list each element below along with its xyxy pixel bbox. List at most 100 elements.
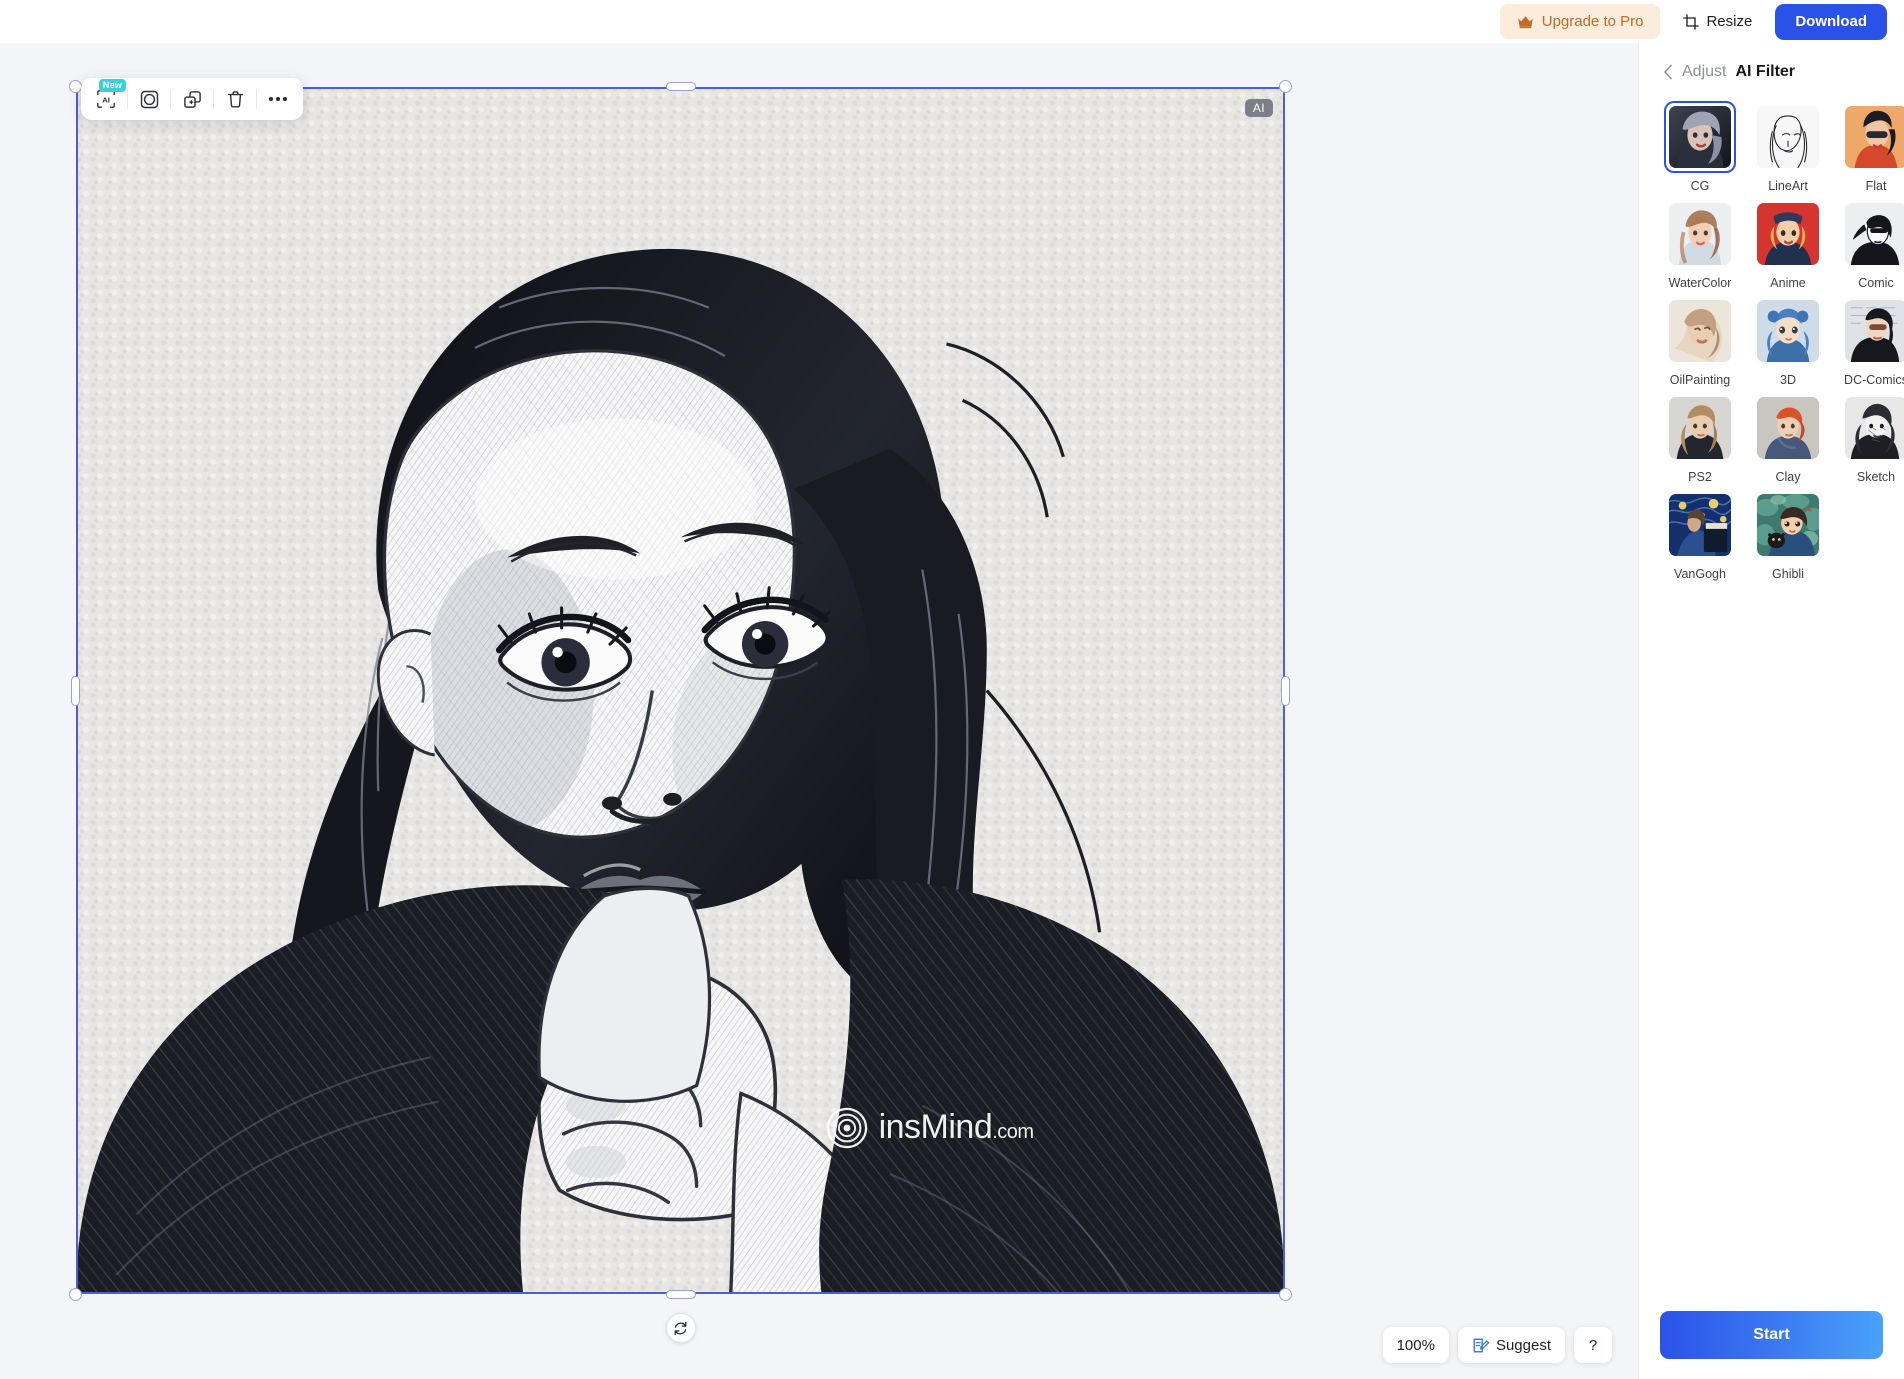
filter-label-dc-comics: DC-Comics [1844, 373, 1904, 387]
filter-item-3d[interactable]: 3D [1748, 295, 1828, 388]
filter-item-ghibli[interactable]: Ghibli [1748, 489, 1828, 582]
resize-handle-bottom-left[interactable] [69, 1288, 82, 1301]
insmind-editor-app: Upgrade to Pro Resize Download insMind.c… [0, 0, 1904, 1379]
suggest-label: Suggest [1495, 1336, 1551, 1354]
delete-icon [227, 90, 243, 108]
panel-spacer [1639, 582, 1904, 1311]
chevron-left-icon[interactable] [1663, 64, 1673, 80]
filter-item-ps2[interactable]: PS2 [1660, 392, 1740, 485]
filter-thumbnail-sketch [1845, 397, 1904, 459]
filter-thumb-wrap [1664, 295, 1736, 367]
duplicate-button[interactable] [171, 78, 213, 120]
filter-thumbnail-anime [1757, 203, 1819, 265]
filter-item-clay[interactable]: Clay [1748, 392, 1828, 485]
filter-label-clay: Clay [1775, 470, 1801, 484]
selected-image-object[interactable]: insMind.com AI [69, 80, 1292, 1343]
breadcrumb-parent-adjust[interactable]: Adjust [1682, 63, 1726, 81]
crop-resize-icon [1683, 13, 1700, 30]
filter-thumbnail-ghibli [1757, 494, 1819, 556]
resize-handle-top-right[interactable] [1279, 80, 1292, 93]
panel-title-ai-filter: AI Filter [1735, 63, 1796, 80]
resize-handle-right[interactable] [1281, 675, 1290, 706]
filter-thumb-wrap [1664, 392, 1736, 464]
filter-label-oilpainting: OilPainting [1669, 373, 1731, 387]
resize-button[interactable]: Resize [1677, 4, 1758, 39]
rotate-icon [674, 1321, 687, 1335]
resize-handle-top[interactable] [665, 82, 696, 91]
filter-thumb-wrap [1664, 489, 1736, 561]
resize-handle-bottom-right[interactable] [1279, 1288, 1292, 1301]
filter-label-flat: Flat [1865, 179, 1887, 193]
filter-item-dc-comics[interactable]: DC-Comics [1836, 295, 1904, 388]
resize-handle-bottom[interactable] [665, 1290, 696, 1299]
filter-thumbnail-comic [1845, 203, 1904, 265]
filter-thumbnail-cg [1669, 106, 1731, 168]
delete-button[interactable] [214, 78, 256, 120]
download-label: Download [1795, 13, 1867, 30]
edit-document-icon [1473, 1338, 1489, 1352]
suggest-button[interactable]: Suggest [1457, 1327, 1565, 1363]
filter-thumb-wrap [1752, 392, 1824, 464]
filter-label-comic: Comic [1858, 276, 1894, 290]
filter-label-cg: CG [1690, 179, 1710, 193]
filter-item-lineart[interactable]: LineArt [1748, 101, 1828, 194]
filter-thumbnail-flat [1845, 106, 1904, 168]
portrait-sketch-illustration [76, 87, 1285, 1294]
top-toolbar: Upgrade to Pro Resize Download [0, 0, 1904, 43]
filter-thumb-wrap [1840, 101, 1904, 173]
filter-label-ghibli: Ghibli [1772, 567, 1804, 581]
filter-label-vangogh: VanGogh [1674, 567, 1726, 581]
filter-label-lineart: LineArt [1768, 179, 1808, 193]
filter-thumb-wrap [1752, 101, 1824, 173]
start-label: Start [1753, 1326, 1790, 1343]
filter-thumb-wrap [1840, 198, 1904, 270]
filter-thumb-wrap [1840, 392, 1904, 464]
filter-thumbnail-clay [1757, 397, 1819, 459]
canvas-status-bar: 100% Suggest ? [1382, 1327, 1612, 1363]
filter-thumb-wrap [1752, 295, 1824, 367]
right-panel: Adjust AI Filter CG LineArt Flat WaterCo… [1638, 43, 1904, 1379]
svg-text:AI: AI [102, 95, 110, 104]
ai-filter-grid: CG LineArt Flat WaterColor Anime Comic O… [1639, 89, 1904, 582]
ai-enhance-icon: AI [97, 90, 115, 108]
filter-item-oilpainting[interactable]: OilPainting [1660, 295, 1740, 388]
filter-item-flat[interactable]: Flat [1836, 101, 1904, 194]
filter-item-anime[interactable]: Anime [1748, 198, 1828, 291]
filter-thumb-wrap [1752, 198, 1824, 270]
filter-item-cg[interactable]: CG [1660, 101, 1740, 194]
filter-label-anime: Anime [1770, 276, 1806, 290]
download-button[interactable]: Download [1775, 3, 1887, 40]
ai-enhance-button[interactable]: AI New [85, 78, 127, 120]
upgrade-to-pro-button[interactable]: Upgrade to Pro [1499, 4, 1661, 39]
duplicate-icon [183, 90, 201, 108]
filter-thumb-wrap [1664, 198, 1736, 270]
mask-button[interactable] [128, 78, 170, 120]
filter-label-3d: 3D [1780, 373, 1796, 387]
start-button[interactable]: Start [1660, 1311, 1883, 1359]
filter-thumbnail-3d [1757, 300, 1819, 362]
more-options-button[interactable] [257, 78, 299, 120]
filter-thumbnail-ps2 [1669, 397, 1731, 459]
filter-label-watercolor: WaterColor [1668, 276, 1732, 290]
filter-thumbnail-dc-comics [1845, 300, 1904, 362]
help-label: ? [1588, 1336, 1598, 1354]
new-badge: New [98, 79, 126, 92]
zoom-level-button[interactable]: 100% [1382, 1327, 1449, 1363]
filter-item-vangogh[interactable]: VanGogh [1660, 489, 1740, 582]
filter-label-sketch: Sketch [1856, 470, 1896, 484]
resize-handle-left[interactable] [71, 675, 80, 706]
artwork-image[interactable]: insMind.com AI [76, 87, 1285, 1294]
filter-thumb-wrap [1752, 489, 1824, 561]
resize-label: Resize [1706, 13, 1753, 30]
rotate-handle[interactable] [665, 1313, 696, 1343]
filter-thumbnail-vangogh [1669, 494, 1731, 556]
filter-thumb-wrap [1664, 101, 1736, 173]
filter-item-watercolor[interactable]: WaterColor [1660, 198, 1740, 291]
help-button[interactable]: ? [1574, 1327, 1612, 1363]
zoom-level-label: 100% [1396, 1336, 1435, 1354]
filter-thumbnail-watercolor [1669, 203, 1731, 265]
filter-item-comic[interactable]: Comic [1836, 198, 1904, 291]
canvas-workspace[interactable]: insMind.com AI AI New 100% Suggest ? [0, 43, 1638, 1379]
filter-item-sketch[interactable]: Sketch [1836, 392, 1904, 485]
more-options-icon [269, 97, 287, 101]
